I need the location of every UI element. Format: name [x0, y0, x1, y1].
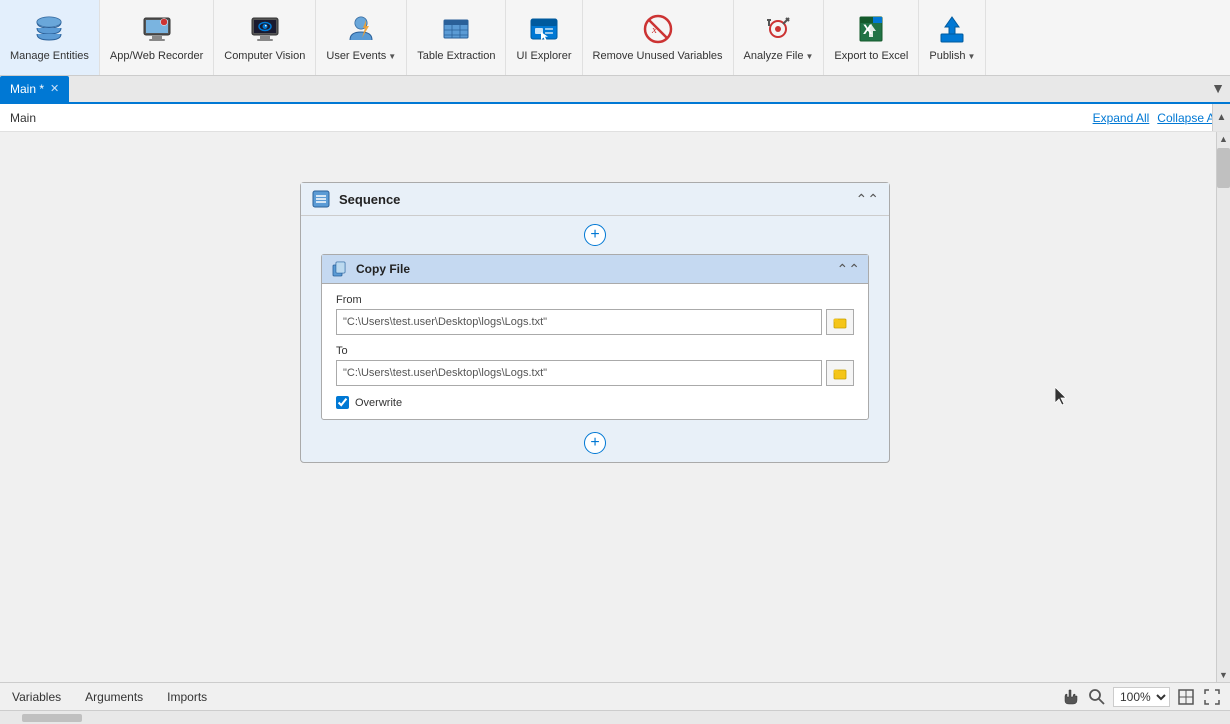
toolbar-ui-explorer[interactable]: UI Explorer	[506, 0, 582, 75]
toolbar-export-to-excel[interactable]: X Export to Excel	[824, 0, 919, 75]
arguments-tab[interactable]: Arguments	[81, 688, 147, 706]
statusbar: Variables Arguments Imports 100% 75% 50%…	[0, 682, 1230, 710]
main-tab-close[interactable]: ✕	[50, 84, 59, 95]
from-browse-button[interactable]	[826, 309, 854, 335]
analyze-icon	[760, 11, 796, 47]
to-input[interactable]	[336, 360, 822, 386]
toolbar-app-web-recorder[interactable]: App/Web Recorder	[100, 0, 214, 75]
from-field-row	[336, 309, 854, 335]
main-tab-label: Main *	[10, 82, 44, 96]
eye-icon	[247, 11, 283, 47]
ui-explorer-label: UI Explorer	[516, 50, 571, 63]
scroll-up-arrow[interactable]: ▲	[1217, 132, 1230, 146]
scroll-thumb[interactable]	[1217, 148, 1230, 188]
imports-tab[interactable]: Imports	[163, 688, 211, 706]
tab-dropdown-arrow[interactable]: ▼	[1206, 74, 1230, 102]
manage-entities-label: Manage Entities	[10, 50, 89, 63]
main-tab[interactable]: Main * ✕	[0, 76, 69, 102]
scroll-down-arrow[interactable]: ▼	[1217, 668, 1230, 682]
toolbar-manage-entities[interactable]: Manage Entities	[0, 0, 100, 75]
export-to-excel-label: Export to Excel	[834, 50, 908, 63]
toolbar-analyze-file[interactable]: Analyze File ▼	[734, 0, 825, 75]
publish-icon	[934, 11, 970, 47]
fit-page-icon[interactable]	[1176, 687, 1196, 707]
svg-text:x: x	[651, 24, 657, 36]
app-web-recorder-label: App/Web Recorder	[110, 50, 203, 63]
toolbar-table-extraction[interactable]: Table Extraction	[407, 0, 506, 75]
add-activity-top-row: +	[301, 216, 889, 254]
excel-icon: X	[853, 11, 889, 47]
bottom-scrollbar[interactable]	[0, 710, 1230, 724]
breadcrumb-bar: Main Expand All Collapse All ▲	[0, 104, 1230, 132]
statusbar-right: 100% 75% 50% 150%	[1061, 687, 1222, 707]
breadcrumb: Main	[10, 111, 36, 125]
scroll-up-button[interactable]: ▲	[1212, 104, 1230, 131]
sequence-container: Sequence ⌃⌃ + Copy File	[300, 182, 890, 463]
analyze-file-label: Analyze File ▼	[744, 50, 814, 63]
copy-file-header: Copy File ⌃⌃	[322, 255, 868, 284]
horizontal-scroll-thumb[interactable]	[22, 714, 82, 722]
expand-collapse-controls: Expand All Collapse All	[1093, 111, 1220, 125]
copy-file-collapse-button[interactable]: ⌃⌃	[837, 261, 860, 278]
table-icon	[438, 11, 474, 47]
to-label: To	[336, 345, 854, 357]
publish-label: Publish ▼	[929, 50, 975, 63]
fullscreen-icon[interactable]	[1202, 687, 1222, 707]
collapse-all-button[interactable]: Collapse All	[1157, 111, 1220, 125]
cursor	[1055, 387, 1071, 407]
sequence-icon	[311, 189, 331, 209]
ui-explorer-icon	[526, 11, 562, 47]
user-events-dropdown-arrow: ▼	[388, 52, 396, 62]
remove-unused-variables-label: Remove Unused Variables	[593, 50, 723, 63]
to-field-group: To	[336, 345, 854, 386]
analyze-file-dropdown-arrow: ▼	[805, 52, 813, 62]
toolbar-remove-unused-variables[interactable]: x Remove Unused Variables	[583, 0, 734, 75]
canvas-area: Sequence ⌃⌃ + Copy File	[0, 132, 1230, 682]
user-events-icon	[343, 11, 379, 47]
vertical-scrollbar[interactable]: ▲ ▼	[1216, 132, 1230, 682]
toolbar: Manage Entities App/Web Recorder	[0, 0, 1230, 76]
copy-file-activity: Copy File ⌃⌃ From	[321, 254, 869, 420]
overwrite-label: Overwrite	[355, 397, 402, 409]
sequence-title: Sequence	[339, 192, 848, 207]
search-icon[interactable]	[1087, 687, 1107, 707]
expand-all-button[interactable]: Expand All	[1093, 111, 1150, 125]
from-field-group: From	[336, 294, 854, 335]
overwrite-checkbox[interactable]	[336, 396, 349, 409]
variables-tab[interactable]: Variables	[8, 688, 65, 706]
zoom-select[interactable]: 100% 75% 50% 150%	[1113, 687, 1170, 707]
tabbar: Main * ✕ ▼	[0, 76, 1230, 104]
to-field-row	[336, 360, 854, 386]
add-activity-top-button[interactable]: +	[584, 224, 606, 246]
add-activity-bottom-button[interactable]: +	[584, 432, 606, 454]
hand-tool-icon[interactable]	[1061, 687, 1081, 707]
copy-file-title: Copy File	[356, 262, 829, 276]
to-browse-button[interactable]	[826, 360, 854, 386]
monitor-icon	[139, 11, 175, 47]
computer-vision-label: Computer Vision	[224, 50, 305, 63]
toolbar-computer-vision[interactable]: Computer Vision	[214, 0, 316, 75]
database-icon	[31, 11, 67, 47]
publish-dropdown-arrow: ▼	[967, 52, 975, 62]
toolbar-publish[interactable]: Publish ▼	[919, 0, 986, 75]
toolbar-user-events[interactable]: User Events ▼	[316, 0, 407, 75]
overwrite-row: Overwrite	[336, 396, 854, 409]
user-events-label: User Events ▼	[326, 50, 396, 63]
canvas-inner: Sequence ⌃⌃ + Copy File	[0, 132, 1216, 682]
copy-file-icon	[330, 260, 348, 278]
from-label: From	[336, 294, 854, 306]
sequence-header: Sequence ⌃⌃	[301, 183, 889, 216]
copy-file-body: From	[322, 284, 868, 419]
add-activity-bottom-row: +	[301, 424, 889, 462]
from-input[interactable]	[336, 309, 822, 335]
remove-variables-icon: x	[640, 11, 676, 47]
table-extraction-label: Table Extraction	[417, 50, 495, 63]
sequence-collapse-button[interactable]: ⌃⌃	[856, 191, 879, 208]
